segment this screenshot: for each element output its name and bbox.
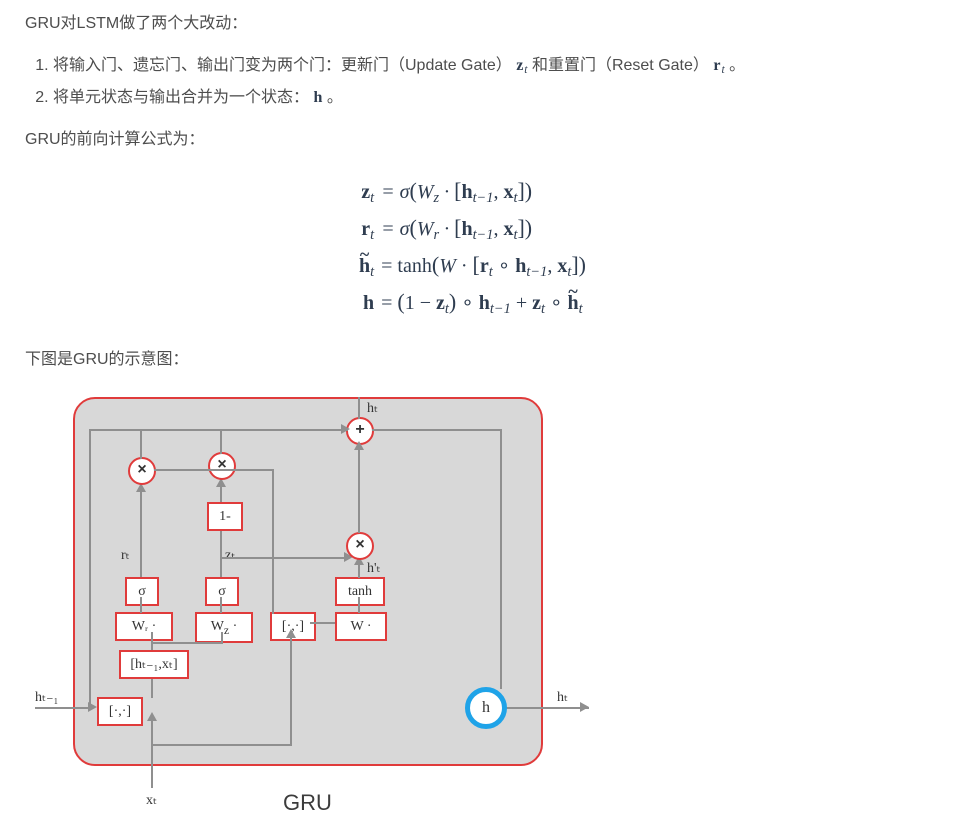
list-item-2: 将单元状态与输出合并为一个状态： h 。 <box>53 84 920 111</box>
diagram-title: GRU <box>283 784 332 821</box>
list-item-1: 将输入门、遗忘门、输出门变为两个门：更新门（Update Gate） zt 和重… <box>53 52 920 81</box>
line-x-in <box>151 716 153 788</box>
line-zmult2-plus <box>358 445 360 533</box>
line-top-to-rmult <box>140 429 142 459</box>
arrow-h-out <box>580 702 589 712</box>
line-z-right <box>221 557 349 559</box>
box-concat-bottom: [·,·] <box>97 697 143 727</box>
box-one-minus: 1- <box>207 502 243 532</box>
line-plus-out <box>358 397 360 419</box>
line-wx1 <box>151 632 153 650</box>
intro-paragraph: GRU对LSTM做了两个大改动： <box>25 10 920 37</box>
line-h-in <box>35 707 90 709</box>
line-wr-sigma <box>140 597 142 613</box>
box-w: W · <box>335 612 387 642</box>
line-wz-sigma <box>220 597 222 613</box>
line-top-zmult <box>220 429 222 454</box>
line-w-tanh <box>358 597 360 613</box>
line-zmult-plus <box>234 429 348 431</box>
arrow-x-up-mid <box>286 629 296 638</box>
diagram-intro: 下图是GRU的示意图： <box>25 346 920 373</box>
box-sigma-r: σ <box>125 577 159 607</box>
line-concat-w <box>310 622 335 624</box>
op-mult-z1: × <box>208 452 236 480</box>
line-x-up-mid <box>290 632 292 746</box>
var-h: h <box>313 89 322 106</box>
line-rmult-right <box>154 469 274 471</box>
formula-intro: GRU的前向计算公式为： <box>25 126 920 153</box>
line-rmult-down <box>272 469 274 614</box>
label-htilde: h'ₜ <box>367 557 381 581</box>
label-x-in: xₜ <box>146 789 157 813</box>
box-wr: Wᵣ · <box>115 612 173 642</box>
op-mult-z2: × <box>346 532 374 560</box>
h-circle: h <box>465 687 507 729</box>
line-r-up <box>140 487 142 577</box>
box-sigma-z: σ <box>205 577 239 607</box>
arrow-to-plus-left <box>341 424 350 434</box>
line-right-down <box>500 429 502 689</box>
label-h-out-right: hₜ <box>557 686 568 710</box>
list-item-2-text-b: 。 <box>327 89 343 106</box>
list-item-1-text-a: 将输入门、遗忘门、输出门变为两个门：更新门（Update Gate） <box>53 57 512 74</box>
box-bracket-hx: [hₜ₋₁,xₜ] <box>119 650 189 680</box>
list-item-1-text-b: 和重置门（Reset Gate） <box>532 57 709 74</box>
label-z: zₜ <box>225 544 235 568</box>
line-wx2 <box>151 642 223 644</box>
gru-diagram: hₜ₋₁ xₜ [·,·] [hₜ₋₁,xₜ] Wᵣ · Wz · [·,·] … <box>25 389 595 814</box>
op-mult-r: × <box>128 457 156 485</box>
label-h-out-top: hₜ <box>367 397 378 421</box>
equation-block: zt = σ(Wz · [ht−1, xt]) rt = σ(Wr · [ht−… <box>359 173 586 321</box>
equation-1: zt = σ(Wz · [ht−1, xt]) <box>359 173 586 210</box>
equation-3: ht = tanh(W · [rt ∘ ht−1, xt]) <box>359 247 586 284</box>
equation-4: h = (1 − zt) ∘ ht−1 + zt ∘ ht <box>359 284 586 321</box>
line-x-across <box>152 744 292 746</box>
arrow-to-plus-bottom <box>354 441 364 450</box>
line-wx3 <box>221 632 223 644</box>
line-left-v <box>89 429 91 709</box>
box-wz: Wz · <box>195 612 253 644</box>
list-item-2-text-a: 将单元状态与输出合并为一个状态： <box>53 89 309 106</box>
var-r: rt <box>713 57 724 74</box>
arrow-x-in <box>147 712 157 721</box>
var-z: zt <box>516 57 527 74</box>
box-tanh: tanh <box>335 577 385 607</box>
list-item-1-text-c: 。 <box>729 57 745 74</box>
label-r: rₜ <box>121 544 130 568</box>
line-plus-right <box>372 429 502 431</box>
change-list: 将输入门、遗忘门、输出门变为两个门：更新门（Update Gate） zt 和重… <box>25 52 920 111</box>
equation-2: rt = σ(Wr · [ht−1, xt]) <box>359 210 586 247</box>
